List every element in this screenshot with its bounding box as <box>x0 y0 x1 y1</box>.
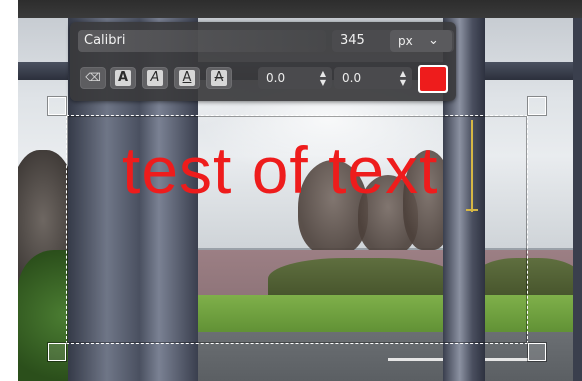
resize-handle-top-left[interactable] <box>48 97 66 115</box>
text-selection-box[interactable] <box>66 115 528 344</box>
bold-button[interactable]: A <box>110 67 136 89</box>
text-cursor <box>471 120 473 212</box>
clear-format-icon: ⌫ <box>85 71 101 84</box>
window-frame-edge <box>573 18 582 381</box>
clear-format-button[interactable]: ⌫ <box>80 67 106 89</box>
unit-dropdown[interactable]: px ⌄ <box>390 30 452 52</box>
editor-top-bar <box>18 0 582 18</box>
strikethrough-icon: A <box>211 70 227 86</box>
bold-icon: A <box>115 70 131 86</box>
underline-icon: A <box>179 70 195 86</box>
text-cursor-base <box>466 209 478 211</box>
baseline-offset-value: 0.0 <box>266 71 286 85</box>
resize-handle-top-right[interactable] <box>528 97 546 115</box>
font-family-field[interactable]: Calibri <box>78 30 326 52</box>
font-size-value: 345 <box>340 33 365 48</box>
italic-icon: A <box>147 70 163 86</box>
text-color-picker[interactable] <box>418 65 448 93</box>
baseline-offset-field[interactable]: 0.0 ▲ ▼ <box>258 67 332 89</box>
letter-spacing-field[interactable]: 0.0 ▲ ▼ <box>334 67 412 89</box>
text-color-swatch <box>420 67 446 91</box>
unit-label: px <box>398 34 413 48</box>
up-down-stepper-icon[interactable]: ▲▼ <box>398 69 408 87</box>
text-options-toolbar: Calibri 345 ▲▼ px ⌄ ⌫ A A A A 0.0 ▲▼ 0. <box>70 22 456 101</box>
italic-button[interactable]: A <box>142 67 168 89</box>
up-down-stepper-icon[interactable]: ▲▼ <box>318 69 328 87</box>
resize-handle-bottom-right[interactable] <box>528 343 546 361</box>
letter-spacing-value: 0.0 <box>342 71 362 85</box>
resize-handle-bottom-left[interactable] <box>48 343 66 361</box>
chevron-down-icon: ⌄ <box>428 33 439 48</box>
image-canvas[interactable]: test of text Calibri 345 ▲▼ px ⌄ ⌫ A A A… <box>18 0 582 381</box>
underline-button[interactable]: A <box>174 67 200 89</box>
strikethrough-button[interactable]: A <box>206 67 232 89</box>
